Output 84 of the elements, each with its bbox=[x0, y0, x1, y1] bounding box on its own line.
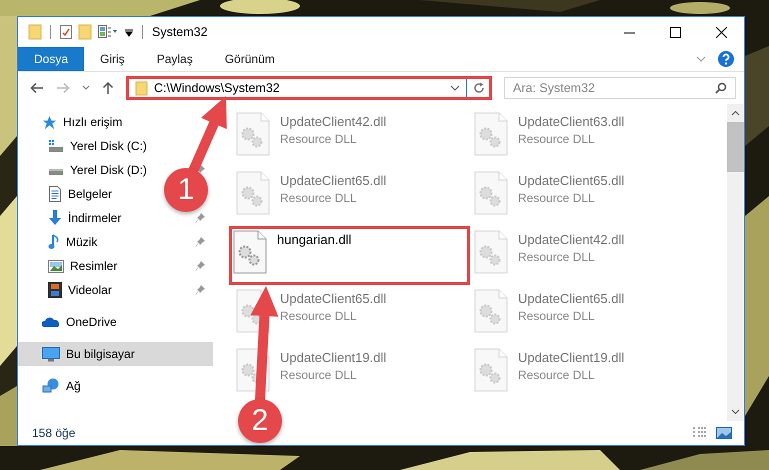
file-name: UpdateClient65.dll bbox=[518, 291, 624, 306]
download-icon bbox=[48, 210, 62, 226]
file-type: Resource DLL bbox=[518, 309, 596, 323]
star-icon bbox=[42, 114, 57, 130]
cloud-icon bbox=[42, 316, 60, 328]
pin-icon[interactable] bbox=[195, 213, 205, 223]
settings-file-icon[interactable] bbox=[474, 171, 508, 215]
settings-file-icon[interactable] bbox=[236, 171, 270, 215]
folder-icon[interactable] bbox=[28, 24, 42, 40]
file-name: UpdateClient42.dll bbox=[518, 232, 624, 247]
sidebar-item[interactable]: Bu bilgisayar bbox=[18, 342, 213, 366]
sidebar-item[interactable]: Yerel Disk (D:) bbox=[70, 163, 147, 177]
settings-file-icon[interactable] bbox=[474, 112, 508, 156]
settings-file-icon[interactable] bbox=[474, 289, 508, 333]
file-type: Resource DLL bbox=[280, 191, 358, 205]
expand-ribbon-icon[interactable] bbox=[696, 56, 706, 62]
file-type: Resource DLL bbox=[518, 250, 596, 264]
file-type: Resource DLL bbox=[280, 132, 358, 146]
sidebar-item[interactable]: Resimler bbox=[70, 259, 118, 273]
folder-icon bbox=[135, 80, 148, 96]
sidebar-item[interactable]: Videolar bbox=[68, 283, 112, 297]
scroll-up-icon[interactable] bbox=[731, 110, 740, 116]
sidebar-item[interactable]: İndirmeler bbox=[68, 211, 122, 225]
new-folder-icon[interactable] bbox=[78, 24, 92, 40]
help-icon[interactable] bbox=[718, 51, 734, 67]
sidebar-item[interactable]: OneDrive bbox=[66, 315, 117, 329]
properties-icon[interactable] bbox=[59, 24, 73, 40]
pin-icon[interactable] bbox=[195, 285, 205, 295]
ribbon-tab[interactable]: Paylaş bbox=[140, 47, 209, 71]
file-name: UpdateClient65.dll bbox=[518, 173, 624, 188]
sidebar-item[interactable]: Hızlı erişim bbox=[63, 115, 122, 129]
pin-icon[interactable] bbox=[195, 261, 205, 271]
sidebar-item[interactable]: Ağ bbox=[66, 379, 81, 393]
settings-file-icon[interactable] bbox=[474, 230, 508, 274]
document-icon bbox=[48, 186, 62, 202]
sidebar-item[interactable]: Yerel Disk (C:) bbox=[70, 139, 147, 153]
drive-icon bbox=[48, 139, 64, 153]
monitor-icon bbox=[42, 346, 60, 362]
window-title: System32 bbox=[152, 25, 208, 39]
view-options-icon[interactable] bbox=[97, 24, 119, 40]
file-name: hungarian.dll bbox=[277, 232, 352, 247]
sidebar-item[interactable]: Müzik bbox=[66, 235, 98, 249]
forward-icon[interactable] bbox=[56, 82, 70, 94]
file-name: UpdateClient65.dll bbox=[280, 291, 386, 306]
file-type: Resource DLL bbox=[518, 368, 596, 382]
search-icon bbox=[715, 82, 727, 94]
settings-file-icon[interactable] bbox=[233, 230, 267, 274]
scrollbar[interactable] bbox=[727, 104, 744, 421]
pictures-icon bbox=[48, 260, 64, 272]
settings-file-icon[interactable] bbox=[474, 348, 508, 392]
film-icon bbox=[48, 282, 62, 298]
file-type: Resource DLL bbox=[280, 309, 358, 323]
network-icon bbox=[42, 378, 60, 394]
scroll-thumb[interactable] bbox=[727, 122, 744, 172]
recent-caret-icon[interactable] bbox=[82, 85, 90, 91]
close-icon bbox=[716, 26, 726, 38]
pin-icon[interactable] bbox=[195, 237, 205, 247]
file-name: UpdateClient19.dll bbox=[518, 350, 624, 365]
file-name: UpdateClient42.dll bbox=[280, 114, 386, 129]
large-icons-view-icon[interactable] bbox=[716, 427, 732, 439]
address-path: C:\Windows\System32 bbox=[154, 81, 281, 95]
ribbon-tab[interactable]: Görünüm bbox=[208, 47, 291, 71]
file-name: UpdateClient63.dll bbox=[518, 114, 624, 129]
file-type: Resource DLL bbox=[280, 368, 358, 382]
ribbon-tab[interactable]: Giriş bbox=[84, 47, 141, 71]
file-name: UpdateClient65.dll bbox=[280, 173, 386, 188]
address-bar[interactable]: C:\Windows\System32 bbox=[126, 76, 492, 100]
file-type: Resource DLL bbox=[518, 191, 596, 205]
details-view-icon[interactable] bbox=[692, 427, 708, 439]
highlighted-file-item[interactable]: hungarian.dll bbox=[229, 226, 470, 285]
search-field[interactable]: Ara: System32 bbox=[504, 77, 736, 99]
dropdown-caret-icon[interactable] bbox=[450, 85, 460, 91]
music-note-icon bbox=[48, 234, 60, 250]
file-type: Resource DLL bbox=[518, 132, 596, 146]
scroll-down-icon[interactable] bbox=[731, 409, 740, 415]
item-count: 158 öğe bbox=[32, 426, 76, 440]
back-icon[interactable] bbox=[30, 82, 44, 94]
maximize-icon bbox=[670, 26, 680, 38]
sidebar-item[interactable]: Belgeler bbox=[68, 187, 112, 201]
refresh-icon[interactable] bbox=[473, 82, 485, 94]
settings-file-icon[interactable] bbox=[236, 112, 270, 156]
up-icon[interactable] bbox=[102, 81, 114, 95]
file-name: UpdateClient19.dll bbox=[280, 350, 386, 365]
ribbon-tab[interactable]: Dosya bbox=[18, 47, 84, 71]
